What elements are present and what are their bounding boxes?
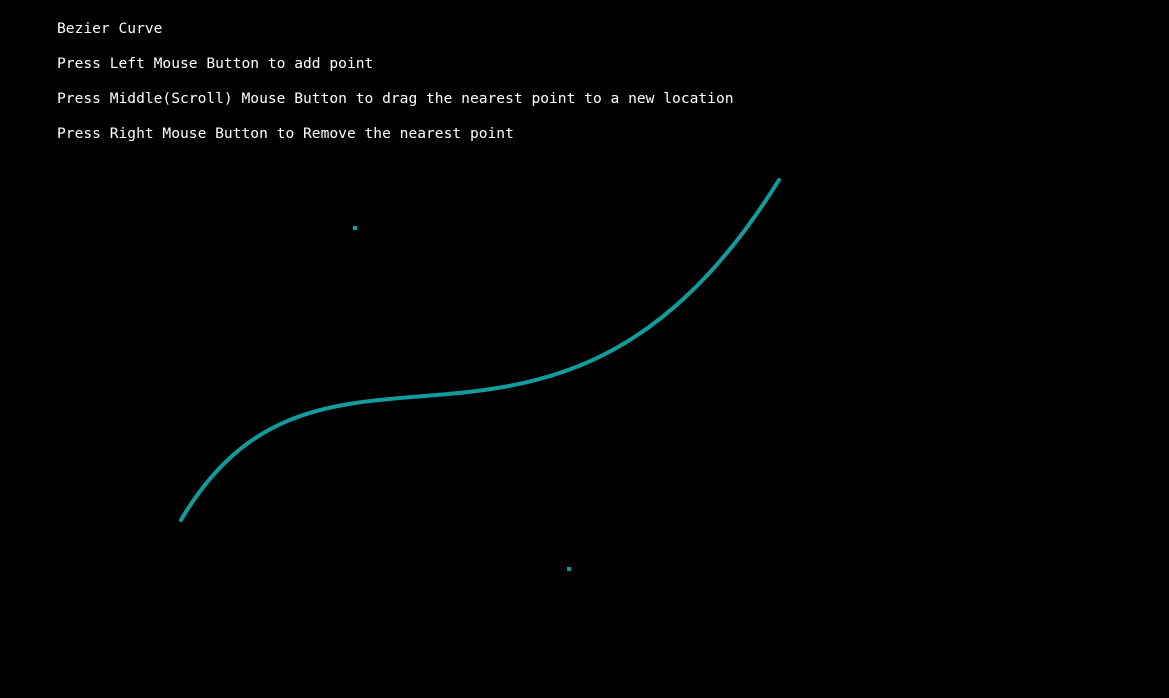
control-point[interactable] bbox=[353, 226, 357, 230]
drawing-canvas[interactable]: Bezier Curve Press Left Mouse Button to … bbox=[0, 0, 1169, 698]
bezier-curve bbox=[179, 178, 781, 522]
curve-layer bbox=[179, 178, 781, 571]
control-point[interactable] bbox=[567, 567, 571, 571]
